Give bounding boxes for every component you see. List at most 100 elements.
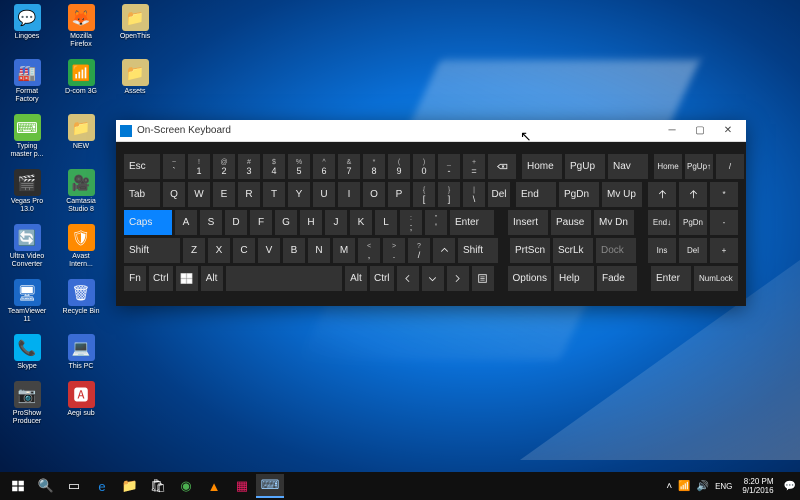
volume-icon[interactable]: 🔊 (697, 481, 709, 492)
key-3[interactable]: #3 (238, 154, 260, 179)
key-m[interactable]: M (333, 238, 355, 263)
key-j[interactable]: J (325, 210, 347, 235)
key-2[interactable]: @2 (213, 154, 235, 179)
desktop-icon-recycle-bin[interactable]: 🗑Recycle Bin (60, 279, 102, 324)
key-pgdn[interactable]: PgDn (559, 182, 599, 207)
key-p[interactable]: P (388, 182, 410, 207)
key-numlock[interactable]: NumLock (694, 266, 738, 291)
key-l[interactable]: L (375, 210, 397, 235)
key-=[interactable]: += (463, 154, 485, 179)
key-backspace[interactable] (488, 154, 516, 179)
key-nav[interactable]: Nav (608, 154, 648, 179)
desktop-icon-skype[interactable]: 📞Skype (6, 334, 48, 371)
key-4[interactable]: $4 (263, 154, 285, 179)
key-alt-right[interactable]: Alt (345, 266, 367, 291)
key-d[interactable]: D (225, 210, 247, 235)
desktop-icon-aegi-sub[interactable]: 🅰Aegi sub (60, 381, 102, 426)
taskbar-osk-task[interactable]: ⌨ (256, 474, 284, 498)
key-f[interactable]: F (250, 210, 272, 235)
key-9[interactable]: (9 (388, 154, 410, 179)
key-scrlk[interactable]: ScrLk (553, 238, 593, 263)
key-i[interactable]: I (338, 182, 360, 207)
key-c[interactable]: C (233, 238, 255, 263)
desktop-icon-vegas-pro-13-0[interactable]: 🎬Vegas Pro 13.0 (6, 169, 48, 214)
desktop-icon-lingoes[interactable]: 💬Lingoes (6, 4, 48, 49)
key-up-arrow[interactable] (433, 238, 455, 263)
language-indicator[interactable]: ENG (715, 482, 732, 491)
taskbar-explorer[interactable]: 📁 (116, 474, 144, 498)
numpad-pgup[interactable]: PgUp ↑ (685, 154, 713, 179)
key-enter[interactable]: Enter (450, 210, 494, 235)
taskbar-store[interactable]: 🛍 (144, 474, 172, 498)
key-`[interactable]: ~` (163, 154, 185, 179)
key-end[interactable]: End (516, 182, 556, 207)
key-left-arrow[interactable] (397, 266, 419, 291)
numpad-star[interactable]: * (710, 182, 738, 207)
key-k[interactable]: K (350, 210, 372, 235)
clock[interactable]: 8:20 PM 9/1/2016 (738, 477, 777, 495)
numpad-end[interactable]: End ↓ (648, 210, 676, 235)
key-t[interactable]: T (263, 182, 285, 207)
taskbar-task-view[interactable]: ▭ (60, 474, 88, 498)
key-mvup[interactable]: Mv Up (602, 182, 642, 207)
key-right-arrow[interactable] (447, 266, 469, 291)
desktop-icon-teamviewer-11[interactable]: 🖥TeamViewer 11 (6, 279, 48, 324)
key-options[interactable]: Options (508, 266, 551, 291)
key-ctrl-right[interactable]: Ctrl (370, 266, 394, 291)
desktop-icon-openthis[interactable]: 📁OpenThis (114, 4, 156, 49)
key-][interactable]: }] (438, 182, 460, 207)
key-u[interactable]: U (313, 182, 335, 207)
key-help[interactable]: Help (554, 266, 594, 291)
numpad-up-icon[interactable] (648, 182, 676, 207)
key-del[interactable]: Del (488, 182, 510, 207)
key-q[interactable]: Q (163, 182, 185, 207)
close-button[interactable]: ✕ (714, 121, 742, 141)
numpad-slash[interactable]: / (716, 154, 744, 179)
key-down-arrow[interactable] (422, 266, 444, 291)
numpad-ins[interactable]: Ins (648, 238, 676, 263)
key-space[interactable] (226, 266, 342, 291)
key-n[interactable]: N (308, 238, 330, 263)
desktop-icon-proshow-producer[interactable]: 📷ProShow Producer (6, 381, 48, 426)
titlebar[interactable]: On-Screen Keyboard ─ ▢ ✕ (116, 120, 746, 142)
key-,[interactable]: <, (358, 238, 380, 263)
taskbar-chrome[interactable]: ◉ (172, 474, 200, 498)
key-home[interactable]: Home (522, 154, 562, 179)
key-pause[interactable]: Pause (551, 210, 591, 235)
key-;[interactable]: :; (400, 210, 422, 235)
key-shift-right[interactable]: Shift (458, 238, 498, 263)
key-y[interactable]: Y (288, 182, 310, 207)
key-r[interactable]: R (238, 182, 260, 207)
key-fade[interactable]: Fade (597, 266, 637, 291)
desktop-icon-d-com-3g[interactable]: 📶D-com 3G (60, 59, 102, 104)
key-v[interactable]: V (258, 238, 280, 263)
taskbar-vlc[interactable]: ▲ (200, 474, 228, 498)
key-pgup[interactable]: PgUp (565, 154, 605, 179)
key-tab[interactable]: Tab (124, 182, 160, 207)
minimize-button[interactable]: ─ (658, 121, 686, 141)
numpad-del[interactable]: Del (679, 238, 707, 263)
key-dock[interactable]: Dock (596, 238, 636, 263)
key-esc[interactable]: Esc (124, 154, 160, 179)
taskbar-app1[interactable]: ▦ (228, 474, 256, 498)
key-\[interactable]: |\ (463, 182, 485, 207)
taskbar-edge[interactable]: e (88, 474, 116, 498)
key-b[interactable]: B (283, 238, 305, 263)
desktop-icon-typing-master-p-[interactable]: ⌨Typing master p... (6, 114, 48, 159)
key-insert[interactable]: Insert (508, 210, 548, 235)
key-[[interactable]: {[ (413, 182, 435, 207)
action-center-icon[interactable]: 💬 (784, 481, 796, 492)
desktop-icon-camtasia-studio-8[interactable]: 🎥Camtasia Studio 8 (60, 169, 102, 214)
desktop-icon-new[interactable]: 📁NEW (60, 114, 102, 159)
desktop-icon-mozilla-firefox[interactable]: 🦊Mozilla Firefox (60, 4, 102, 49)
key-5[interactable]: %5 (288, 154, 310, 179)
desktop-icon-format-factory[interactable]: 🏭Format Factory (6, 59, 48, 104)
key-prtscn[interactable]: PrtScn (510, 238, 550, 263)
key-alt-left[interactable]: Alt (201, 266, 223, 291)
numpad-up2-icon[interactable] (679, 182, 707, 207)
desktop-icon-this-pc[interactable]: 💻This PC (60, 334, 102, 371)
key-o[interactable]: O (363, 182, 385, 207)
key-1[interactable]: !1 (188, 154, 210, 179)
key-e[interactable]: E (213, 182, 235, 207)
key-s[interactable]: S (200, 210, 222, 235)
